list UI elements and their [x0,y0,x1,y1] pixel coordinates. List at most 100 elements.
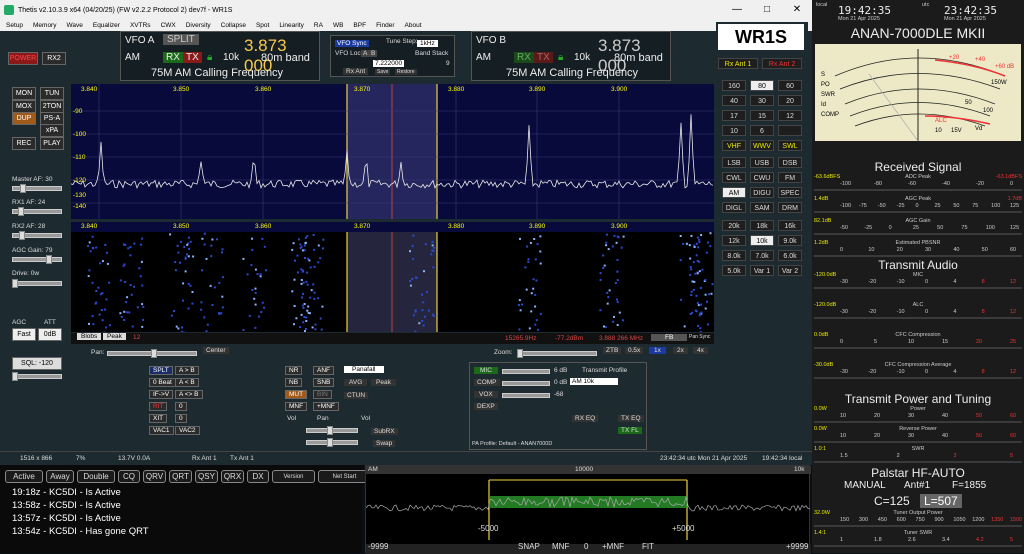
agc-gain-knob[interactable] [46,255,52,264]
filter-button-var-2[interactable]: Var 2 [778,265,802,276]
agc-select[interactable]: Fast [12,328,36,341]
mini-mnf-button[interactable]: MNF [552,542,569,551]
vox-button[interactable]: VOX [474,391,498,398]
rec-button[interactable]: REC [12,137,36,150]
menu-wave[interactable]: Wave [66,20,82,31]
menu-diversity[interactable]: Diversity [186,20,211,31]
rx-ant1-button[interactable]: Rx Ant 1 [718,58,758,69]
mut-button[interactable]: MUT [285,390,307,399]
xit-button[interactable]: XIT [149,414,167,423]
menu-xvtrs[interactable]: XVTRs [130,20,151,31]
subrx-button[interactable]: SubRX [371,428,398,435]
a-to-b-button[interactable]: A > B [175,366,199,375]
vfo-a-rx-indicator[interactable]: RX [163,52,183,63]
zoom-0.5x-button[interactable]: 0.5x [625,347,643,354]
band-button-10[interactable]: 10 [722,125,746,136]
log-qrt-button[interactable]: QRT [169,470,192,483]
filter-button-20k[interactable]: 20k [722,220,746,231]
bin-button[interactable]: BIN [313,390,332,399]
mnf-button[interactable]: MNF [285,402,307,411]
mic-button[interactable]: MIC [474,367,498,374]
vfo-a-tx-indicator[interactable]: TX [183,52,202,63]
blobs-button[interactable]: Blobs [77,333,101,340]
vox-slider[interactable] [502,393,550,398]
log-qsy-button[interactable]: QSY [195,470,218,483]
nb-button[interactable]: NB [285,378,302,387]
rit-value-button[interactable]: 0 [175,402,187,411]
att-select[interactable]: 0dB [38,328,62,341]
menu-setup[interactable]: Setup [6,20,23,31]
comp-button[interactable]: COMP [474,379,500,386]
log-qrv-button[interactable]: QRV [143,470,166,483]
save-button[interactable]: Save [375,69,390,75]
mini-zero-button[interactable]: 0 [584,542,588,551]
log-active-button[interactable]: Active [5,470,43,483]
rit-button[interactable]: RIT [149,402,167,411]
log-qrx-button[interactable]: QRX [221,470,244,483]
mini-fit-button[interactable]: FIT [642,542,654,551]
rx2-button[interactable]: RX2 [42,52,66,65]
play-button[interactable]: PLAY [40,137,64,150]
mode-button-dsb[interactable]: DSB [778,157,802,168]
band-button-17[interactable]: 17 [722,110,746,121]
filter-button-var-1[interactable]: Var 1 [750,265,774,276]
b-to-a-button[interactable]: A < B [175,378,199,387]
rx1-af-knob[interactable] [18,207,24,216]
band-button-160[interactable]: 160 [722,80,746,91]
vfo-b-rx-indicator[interactable]: RX [514,52,534,63]
tune-step-select[interactable]: 1kHz [417,40,438,47]
band-button-12[interactable]: 12 [778,110,802,121]
lock-b-button[interactable]: B [369,50,377,57]
menu-collapse[interactable]: Collapse [221,20,246,31]
tx-profile-select[interactable]: AM 10k [570,378,618,385]
mon-button[interactable]: MON [12,87,36,100]
mic-gain-slider[interactable] [502,369,550,374]
agc-gain-slider[interactable] [12,257,62,262]
nr-button[interactable]: NR [285,366,302,375]
mode-button-usb[interactable]: USB [750,157,774,168]
xit-value-button[interactable]: 0 [175,414,187,423]
snap-button[interactable]: SNAP [518,542,540,551]
band-button-6[interactable]: 6 [750,125,774,136]
menu-memory[interactable]: Memory [33,20,56,31]
waterfall-display[interactable] [71,232,714,332]
vac1-button[interactable]: VAC1 [149,426,174,435]
band-button-VHF[interactable]: VHF [722,140,746,151]
band-stack-freq[interactable]: 7.222000 [373,60,404,67]
restore-button[interactable]: Restore [395,69,417,75]
log-dx-button[interactable]: DX [247,470,269,483]
zero-beat-button[interactable]: 0 Beat [149,378,176,387]
if-to-v-button[interactable]: IF->V [149,390,173,399]
sql-knob[interactable] [12,372,18,381]
band-button-60[interactable]: 60 [778,80,802,91]
menu-wb[interactable]: WB [333,20,343,31]
comp-slider[interactable] [502,381,550,386]
tun-button[interactable]: TUN [40,87,64,100]
zoom-1x-button[interactable]: 1x [649,347,666,354]
ztb-button[interactable]: ZTB [603,347,621,354]
fb-button[interactable]: FB [651,334,687,341]
mode-button-cwl[interactable]: CWL [722,172,746,183]
filter-button-9.0k[interactable]: 9.0k [778,235,802,246]
rx-eq-button[interactable]: RX EQ [572,415,598,422]
zoom-knob[interactable] [517,349,523,358]
a-swap-b-button[interactable]: A <> B [175,390,203,399]
filter-button-7.0k[interactable]: 7.0k [750,250,774,261]
display-mode-select[interactable]: Panafall [344,366,384,373]
log-double-button[interactable]: Double [77,470,115,483]
tx-fl-button[interactable]: TX FL [618,427,642,434]
zoom-4x-button[interactable]: 4x [693,347,708,354]
menu-bpf[interactable]: BPF [353,20,366,31]
mode-button-fm[interactable]: FM [778,172,802,183]
menu-finder[interactable]: Finder [376,20,394,31]
mode-button-sam[interactable]: SAM [750,202,774,213]
dexp-button[interactable]: DEXP [474,403,498,410]
menu-cwx[interactable]: CWX [161,20,176,31]
band-button-40[interactable]: 40 [722,95,746,106]
dup-button[interactable]: DUP [12,112,36,125]
tuner-inductance[interactable]: L=507 [920,494,962,508]
band-button-WWV[interactable]: WWV [750,140,774,151]
log-version-button[interactable]: Version [272,470,315,483]
filter-button-16k[interactable]: 16k [778,220,802,231]
vac2-button[interactable]: VAC2 [175,426,200,435]
